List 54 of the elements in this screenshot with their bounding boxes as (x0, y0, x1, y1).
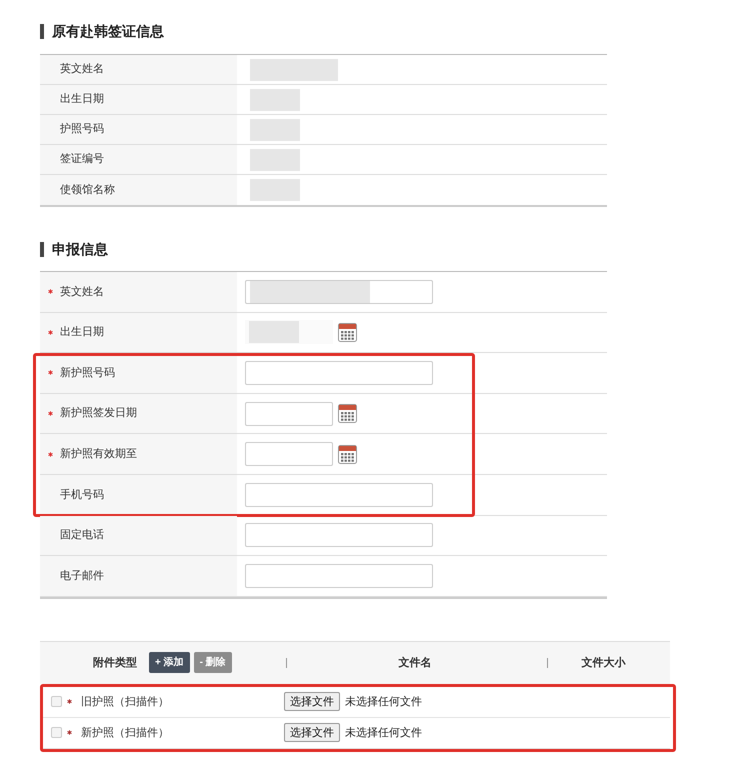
add-button[interactable]: + 添加 (149, 652, 190, 674)
field-label: 出生日期 (60, 325, 104, 340)
checkbox[interactable] (51, 696, 62, 708)
required-asterisk-icon (48, 411, 53, 416)
required-asterisk-icon (67, 730, 72, 736)
field-label: 签证编号 (60, 152, 104, 168)
section-title: 原有赴韩签证信息 (52, 22, 164, 40)
checkbox[interactable] (51, 727, 62, 738)
date-input-field[interactable] (245, 320, 333, 344)
redacted-value (250, 179, 300, 201)
field-label: 使领馆名称 (60, 182, 115, 198)
required-asterisk-icon (48, 452, 53, 457)
required-asterisk-icon (48, 330, 53, 335)
field-label: 出生日期 (60, 92, 104, 108)
date-input-field[interactable] (245, 402, 333, 426)
column-divider (546, 658, 548, 668)
calendar-icon[interactable] (338, 322, 357, 342)
field-label: 电子邮件 (60, 568, 104, 584)
choose-file-button[interactable]: 选择文件 (284, 723, 340, 742)
field-label: 固定电话 (60, 528, 104, 544)
field-label: 手机号码 (60, 488, 104, 503)
required-asterisk-icon (48, 289, 53, 294)
redacted-value (250, 88, 300, 110)
field-label: 英文姓名 (60, 284, 104, 300)
column-header: 文件名 (398, 656, 432, 670)
column-header: 文件大小 (582, 656, 626, 670)
column-divider (286, 658, 287, 668)
text-input-field[interactable] (245, 564, 433, 588)
file-status: 未选择任何文件 (345, 726, 422, 740)
redacted-value (250, 148, 300, 170)
redacted-value (250, 118, 300, 140)
field-label: 英文姓名 (60, 62, 104, 78)
calendar-icon[interactable] (338, 444, 357, 464)
redacted-value (249, 321, 299, 344)
field-label: 新护照签发日期 (60, 406, 137, 422)
attachment-type: 旧护照（扫描件） (81, 694, 170, 710)
file-status: 未选择任何文件 (345, 694, 422, 710)
attachment-type: 新护照（扫描件） (81, 726, 170, 740)
calendar-icon[interactable] (338, 404, 357, 424)
field-label: 新护照有效期至 (60, 446, 137, 462)
title-bar-mark (40, 242, 44, 256)
column-header: 附件类型 (93, 656, 137, 670)
field-label: 新护照号码 (60, 366, 115, 381)
required-asterisk-icon (48, 370, 53, 376)
date-input-field[interactable] (245, 442, 333, 466)
text-input-field[interactable] (245, 482, 433, 507)
choose-file-button[interactable]: 选择文件 (284, 692, 340, 712)
title-bar-mark (40, 24, 44, 38)
text-input-field[interactable] (245, 360, 433, 385)
section-title: 申报信息 (52, 240, 108, 258)
text-input-field[interactable] (245, 280, 433, 304)
text-input-field[interactable] (245, 523, 433, 548)
field-label: 护照号码 (60, 122, 104, 138)
required-asterisk-icon (67, 699, 72, 704)
